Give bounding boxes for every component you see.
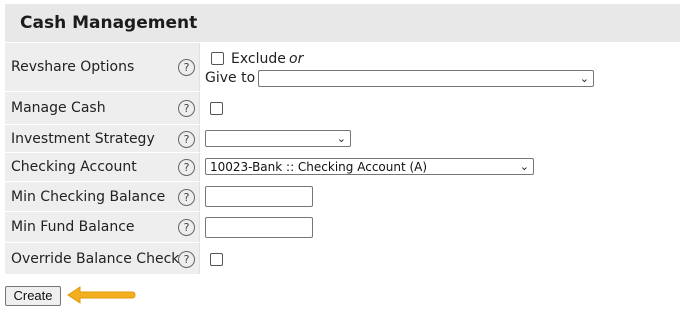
min-fund-balance-input[interactable] bbox=[205, 217, 313, 238]
override-balance-check-label: Override Balance Check bbox=[11, 250, 180, 267]
label-cell: Override Balance Check ? bbox=[5, 243, 199, 274]
pointer-arrow-icon bbox=[67, 286, 136, 304]
or-text: or bbox=[289, 51, 304, 67]
row-override-balance-check: Override Balance Check ? bbox=[5, 242, 680, 274]
manage-cash-label: Manage Cash bbox=[11, 100, 106, 116]
row-checking-account: Checking Account ? 10023-Bank :: Checkin… bbox=[5, 152, 680, 181]
value-cell bbox=[199, 243, 680, 274]
row-investment-strategy: Investment Strategy ? ⌄ bbox=[5, 124, 680, 152]
checking-account-label: Checking Account bbox=[11, 159, 137, 175]
label-cell: Min Checking Balance ? bbox=[5, 182, 199, 211]
row-manage-cash: Manage Cash ? bbox=[5, 91, 680, 124]
give-to-label: Give to bbox=[205, 70, 256, 86]
value-cell: ⌄ bbox=[199, 125, 680, 152]
checking-account-select[interactable]: 10023-Bank :: Checking Account (A) ⌄ bbox=[205, 158, 534, 175]
value-cell: 10023-Bank :: Checking Account (A) ⌄ bbox=[199, 153, 680, 181]
help-icon[interactable]: ? bbox=[178, 159, 195, 176]
row-min-fund-balance: Min Fund Balance ? bbox=[5, 211, 680, 242]
help-icon[interactable]: ? bbox=[178, 188, 195, 206]
create-button[interactable]: Create bbox=[5, 286, 61, 306]
label-cell: Revshare Options ? bbox=[5, 43, 199, 91]
value-cell bbox=[199, 92, 680, 124]
help-icon[interactable]: ? bbox=[178, 130, 195, 148]
row-revshare-options: Revshare Options ? Exclude or Give to ⌄ bbox=[5, 42, 680, 91]
investment-strategy-label: Investment Strategy bbox=[11, 130, 155, 147]
label-cell: Manage Cash ? bbox=[5, 92, 199, 124]
investment-strategy-select[interactable]: ⌄ bbox=[205, 130, 351, 147]
help-icon[interactable]: ? bbox=[178, 100, 195, 117]
min-fund-balance-label: Min Fund Balance bbox=[11, 219, 135, 235]
revshare-options-label: Revshare Options bbox=[11, 59, 135, 75]
value-cell bbox=[199, 182, 680, 211]
exclude-label: Exclude bbox=[231, 51, 286, 67]
help-icon[interactable]: ? bbox=[178, 250, 195, 268]
label-cell: Investment Strategy ? bbox=[5, 125, 199, 152]
checking-account-value: 10023-Bank :: Checking Account (A) bbox=[210, 160, 428, 174]
chevron-down-icon: ⌄ bbox=[519, 160, 529, 173]
label-cell: Checking Account ? bbox=[5, 153, 199, 181]
help-icon[interactable]: ? bbox=[178, 59, 195, 76]
chevron-down-icon: ⌄ bbox=[579, 72, 589, 85]
manage-cash-checkbox[interactable] bbox=[210, 102, 223, 115]
value-cell bbox=[199, 212, 680, 242]
row-min-checking-balance: Min Checking Balance ? bbox=[5, 181, 680, 211]
panel-title: Cash Management bbox=[5, 4, 680, 42]
arrow-shape bbox=[67, 286, 136, 304]
override-balance-check-checkbox[interactable] bbox=[210, 253, 223, 266]
give-to-select[interactable]: ⌄ bbox=[258, 70, 594, 87]
value-cell: Exclude or Give to ⌄ bbox=[199, 43, 680, 91]
min-checking-balance-label: Min Checking Balance bbox=[11, 188, 166, 205]
min-checking-balance-input[interactable] bbox=[205, 186, 313, 207]
chevron-down-icon: ⌄ bbox=[336, 132, 346, 145]
help-icon[interactable]: ? bbox=[178, 219, 195, 236]
cash-management-panel: Cash Management Revshare Options ? Exclu… bbox=[5, 4, 680, 274]
exclude-checkbox[interactable] bbox=[211, 52, 224, 65]
label-cell: Min Fund Balance ? bbox=[5, 212, 199, 242]
